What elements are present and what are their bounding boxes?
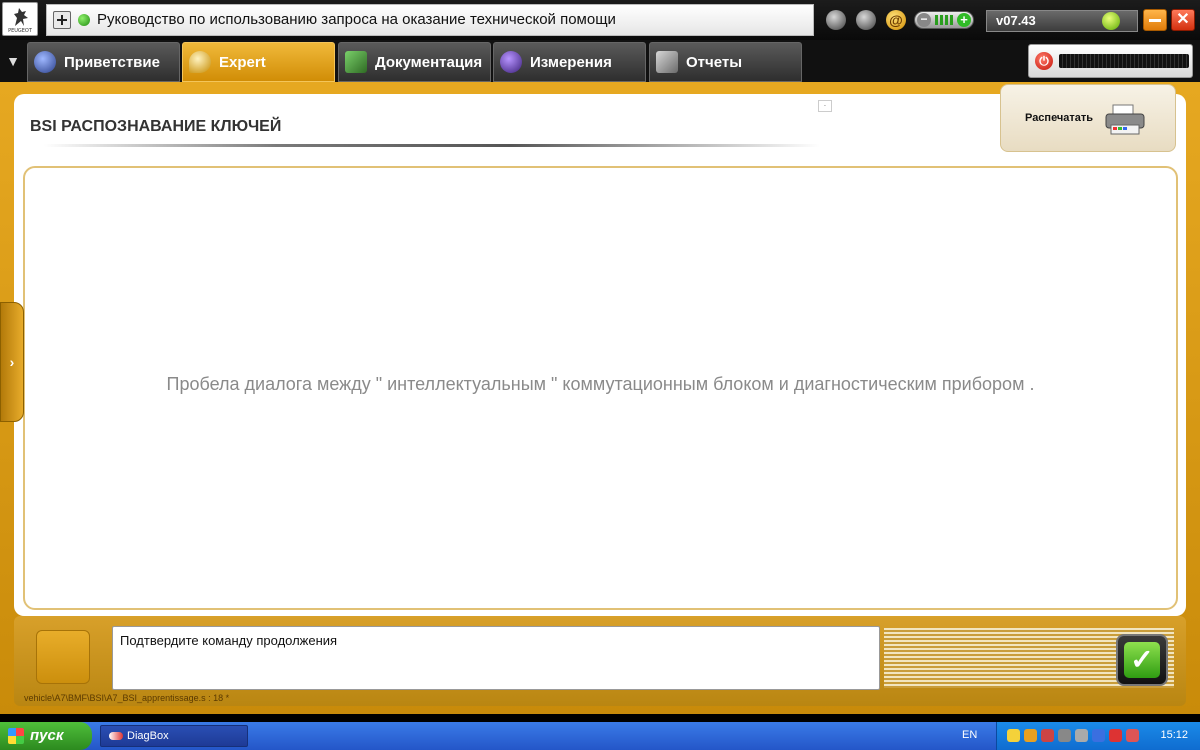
lion-icon [14, 8, 28, 26]
shield-icon[interactable] [1007, 729, 1020, 742]
command-prompt: Подтвердите команду продолжения [120, 633, 338, 648]
tab-label: Приветствие [64, 54, 160, 71]
peugeot-logo: PEUGEOT [2, 2, 38, 36]
upload-icon[interactable] [856, 10, 876, 30]
diagbox-icon [109, 732, 123, 740]
tab-label: Expert [219, 54, 266, 71]
help-request-bar[interactable]: Руководство по использованию запроса на … [46, 4, 814, 36]
side-panel-toggle-chevron-right-icon[interactable]: › [0, 302, 24, 422]
page-title: BSI РАСПОЗНАВАНИЕ КЛЮЧЕЙ [30, 118, 282, 135]
update-icon[interactable] [1102, 12, 1120, 30]
command-status-icon [36, 630, 90, 684]
help-title[interactable]: Руководство по использованию запроса на … [97, 11, 616, 28]
confirm-button[interactable]: ✓ [1116, 634, 1168, 686]
battery-indicator[interactable]: − + [914, 11, 974, 29]
download-icon[interactable] [826, 10, 846, 30]
small-marker-icon[interactable]: · [818, 100, 832, 112]
expand-plus-icon[interactable] [53, 11, 71, 29]
user-logout-button[interactable]: ⏻ [1028, 44, 1193, 78]
battery-bars-icon [935, 15, 953, 25]
taskbar-item-diagbox[interactable]: DiagBox [100, 725, 248, 747]
tab-label: Документация [375, 54, 483, 71]
usb-icon[interactable] [1058, 729, 1071, 742]
brand-label: PEUGEOT [8, 28, 32, 34]
report-icon [656, 51, 678, 73]
redacted-username [1059, 54, 1189, 68]
chevron-down-icon[interactable]: ▼ [3, 46, 23, 76]
message-area: Пробела диалога между " интеллектуальным… [23, 166, 1178, 610]
taskbar-item-label: DiagBox [127, 730, 169, 742]
clock[interactable]: 15:12 [1160, 729, 1188, 741]
tab-expert[interactable]: Expert [182, 42, 335, 82]
minimize-button[interactable] [1143, 9, 1167, 31]
printer-icon [1105, 104, 1145, 135]
tab-label: Измерения [530, 54, 612, 71]
magnifier-icon [189, 51, 211, 73]
minus-icon[interactable]: − [917, 13, 931, 27]
checkmark-icon: ✓ [1124, 642, 1160, 678]
network-icon[interactable] [1041, 729, 1054, 742]
tab-label: Отчеты [686, 54, 743, 71]
book-icon [345, 51, 367, 73]
print-label: Распечатать [1025, 112, 1094, 124]
email-icon[interactable]: @ [886, 10, 906, 30]
title-area: BSI РАСПОЗНАВАНИЕ КЛЮЧЕЙ [20, 98, 820, 156]
system-tray: 15:12 [996, 722, 1200, 750]
waveform-icon [500, 51, 522, 73]
title-underline [44, 144, 820, 147]
command-prompt-box: Подтвердите команду продолжения [112, 626, 880, 690]
volume-icon[interactable] [1075, 729, 1088, 742]
globe-icon [34, 51, 56, 73]
antivirus-icon[interactable] [1109, 729, 1122, 742]
tab-measurements[interactable]: Измерения [493, 42, 646, 82]
alert-icon[interactable] [1126, 729, 1139, 742]
tab-documentation[interactable]: Документация [338, 42, 491, 82]
tab-reports[interactable]: Отчеты [649, 42, 802, 82]
power-icon: ⏻ [1035, 52, 1053, 70]
security-icon[interactable] [1024, 729, 1037, 742]
tab-welcome[interactable]: Приветствие [27, 42, 180, 82]
status-green-icon [78, 14, 90, 26]
bluetooth-icon[interactable] [1092, 729, 1105, 742]
language-indicator[interactable]: EN [962, 729, 977, 741]
close-button[interactable]: ✕ [1171, 9, 1195, 31]
start-label: пуск [30, 727, 64, 744]
script-path: vehicle\A7\BMF\BSI\A7_BSI_apprentissage.… [24, 693, 230, 703]
status-message: Пробела диалога между " интеллектуальным… [166, 374, 1035, 394]
start-button[interactable]: пуск [0, 722, 92, 750]
plus-icon[interactable]: + [957, 13, 971, 27]
windows-flag-icon [8, 728, 24, 744]
print-button[interactable]: Распечатать [1000, 84, 1176, 152]
